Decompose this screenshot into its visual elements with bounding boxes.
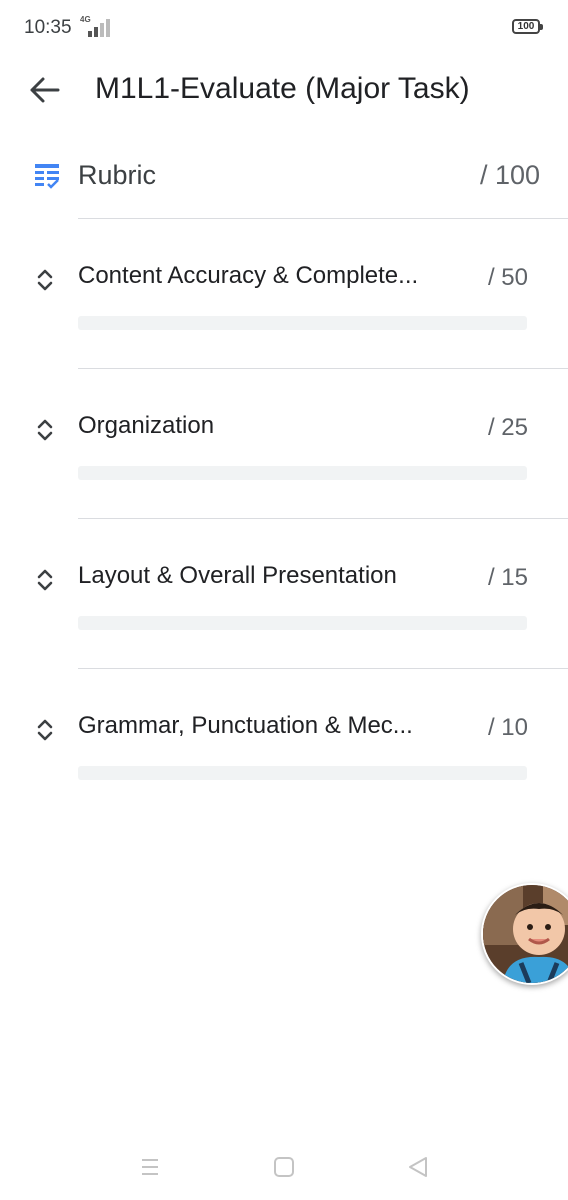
page-title: M1L1-Evaluate (Major Task) bbox=[95, 72, 470, 105]
divider bbox=[78, 368, 568, 369]
expand-collapse-icon bbox=[37, 419, 53, 441]
battery-level: 100 bbox=[517, 21, 535, 32]
battery-icon: 100 bbox=[512, 19, 543, 34]
arrow-left-icon bbox=[30, 77, 60, 103]
criterion-title: Organization bbox=[78, 412, 215, 439]
criterion-title: Content Accuracy & Complete... bbox=[78, 262, 419, 289]
rubric-label: Rubric bbox=[78, 160, 157, 190]
divider bbox=[78, 218, 568, 219]
divider bbox=[78, 668, 568, 669]
signal-icon: 4G bbox=[80, 15, 114, 39]
rubric-header: Rubric / 100 bbox=[0, 146, 568, 206]
recent-apps-button[interactable] bbox=[137, 1154, 163, 1180]
criterion-points: / 15 bbox=[487, 564, 528, 591]
criterion-organization[interactable]: Organization / 25 bbox=[0, 400, 568, 520]
criterion-title: Layout & Overall Presentation bbox=[78, 562, 397, 589]
avatar-photo bbox=[483, 885, 568, 983]
expand-collapse-icon bbox=[37, 269, 53, 291]
criterion-layout-presentation[interactable]: Layout & Overall Presentation / 15 bbox=[0, 550, 568, 670]
system-nav-bar bbox=[0, 1140, 568, 1200]
score-placeholder-bar bbox=[78, 766, 527, 780]
criterion-points: / 25 bbox=[487, 414, 528, 441]
back-nav-button[interactable] bbox=[405, 1154, 431, 1180]
divider bbox=[78, 518, 568, 519]
score-placeholder-bar bbox=[78, 616, 527, 630]
criterion-points: / 10 bbox=[487, 714, 528, 741]
app-bar: M1L1-Evaluate (Major Task) bbox=[0, 58, 568, 122]
status-bar: 10:35 4G 100 bbox=[0, 0, 568, 58]
expand-collapse-icon bbox=[37, 569, 53, 591]
home-icon bbox=[274, 1157, 294, 1177]
menu-icon bbox=[142, 1159, 158, 1175]
floating-avatar[interactable] bbox=[481, 883, 568, 985]
back-button[interactable] bbox=[26, 72, 66, 108]
score-placeholder-bar bbox=[78, 466, 527, 480]
network-type: 4G bbox=[80, 15, 91, 24]
rubric-total-points: / 100 bbox=[479, 160, 540, 190]
criterion-points: / 50 bbox=[487, 264, 528, 291]
home-button[interactable] bbox=[271, 1154, 297, 1180]
status-time: 10:35 bbox=[24, 17, 72, 38]
criterion-title: Grammar, Punctuation & Mec... bbox=[78, 712, 413, 739]
score-placeholder-bar bbox=[78, 316, 527, 330]
rubric-table-icon bbox=[35, 164, 59, 189]
criterion-grammar[interactable]: Grammar, Punctuation & Mec... / 10 bbox=[0, 700, 568, 820]
expand-collapse-icon bbox=[37, 719, 53, 741]
criterion-content-accuracy[interactable]: Content Accuracy & Complete... / 50 bbox=[0, 250, 568, 370]
back-triangle-icon bbox=[409, 1157, 427, 1177]
